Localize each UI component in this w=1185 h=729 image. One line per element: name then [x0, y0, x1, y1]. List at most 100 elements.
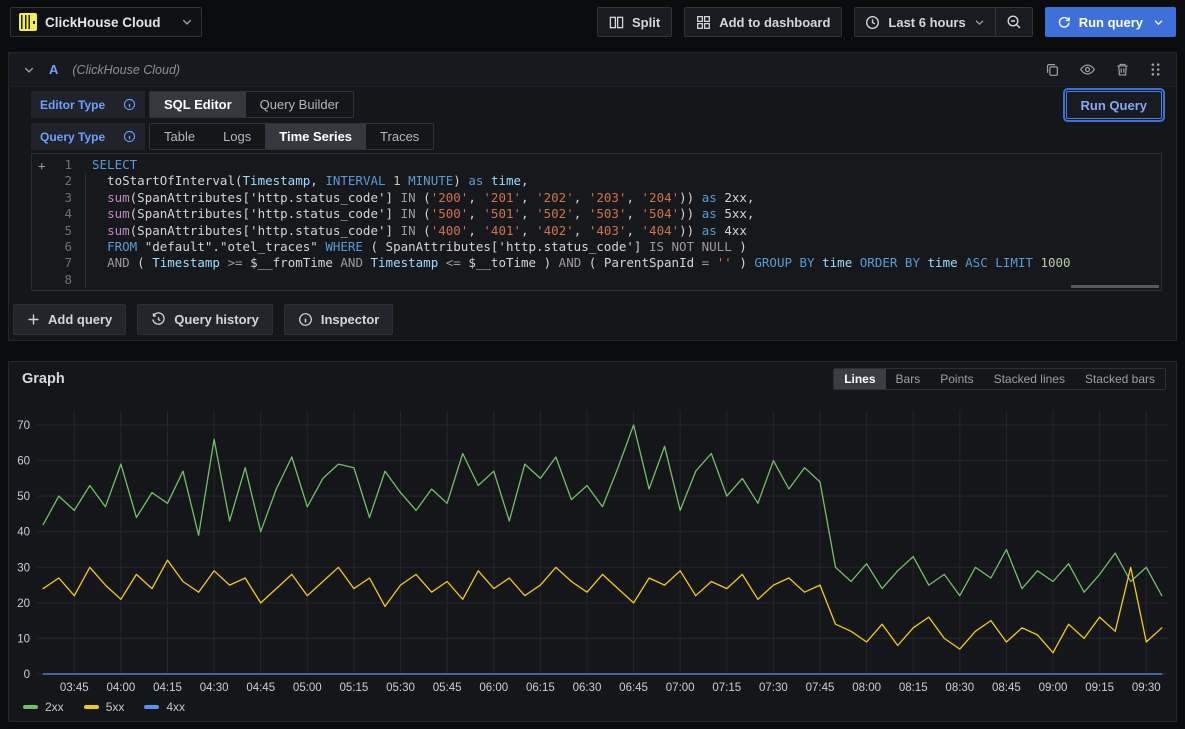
legend-item-2xx[interactable]: 2xx — [23, 700, 64, 714]
time-series-chart[interactable]: 01020304050607003:4504:0004:1504:3004:45… — [15, 398, 1172, 698]
line-number: 8 — [32, 272, 84, 288]
duplicate-query-icon[interactable] — [1045, 61, 1060, 78]
query-row-header[interactable]: A (ClickHouse Cloud) — [9, 53, 1176, 87]
add-to-dashboard-label: Add to dashboard — [719, 15, 830, 30]
x-axis-tick: 08:00 — [852, 682, 881, 694]
tab-sql-editor[interactable]: SQL Editor — [150, 92, 246, 117]
y-axis-tick: 50 — [17, 491, 30, 503]
chart-svg[interactable]: 01020304050607003:4504:0004:1504:3004:45… — [15, 398, 1172, 698]
query-type-row: Query Type Table Logs Time Series Traces — [31, 123, 434, 150]
x-axis-tick: 06:15 — [526, 682, 555, 694]
x-axis-tick: 07:15 — [712, 682, 741, 694]
hide-response-eye-icon[interactable] — [1079, 61, 1096, 78]
line-number: 3 — [32, 190, 84, 206]
chevron-down-icon — [974, 17, 985, 28]
sql-code-editor[interactable]: 1+SELECT2 toStartOfInterval(Timestamp, I… — [31, 153, 1162, 291]
dashboard-grid-icon — [696, 15, 711, 30]
add-query-button[interactable]: Add query — [13, 304, 126, 335]
code-line[interactable]: 6 FROM "default"."otel_traces" WHERE ( S… — [32, 239, 1161, 255]
code-line-content[interactable]: SELECT — [84, 157, 137, 173]
x-axis-tick: 05:45 — [433, 682, 462, 694]
mode-stacked-lines[interactable]: Stacked lines — [984, 369, 1075, 389]
line-number: 5 — [32, 223, 84, 239]
code-line-content[interactable] — [84, 272, 100, 288]
chevron-down-icon[interactable] — [1153, 17, 1164, 28]
info-icon[interactable] — [123, 98, 136, 111]
expand-plus-icon[interactable]: + — [38, 158, 46, 174]
run-query-toolbar-button[interactable]: Run query — [1045, 7, 1176, 37]
legend-item-5xx[interactable]: 5xx — [84, 700, 125, 714]
editor-type-switcher: SQL Editor Query Builder — [149, 91, 354, 118]
zoom-out-icon — [1006, 14, 1022, 30]
refresh-icon — [1057, 15, 1071, 29]
zoom-out-time-button[interactable] — [995, 8, 1032, 36]
datasource-name: ClickHouse Cloud — [45, 15, 173, 30]
code-line[interactable]: 7 AND ( Timestamp >= $__fromTime AND Tim… — [32, 255, 1161, 271]
run-query-button[interactable]: Run Query — [1066, 91, 1162, 119]
mode-stacked-bars[interactable]: Stacked bars — [1075, 369, 1165, 389]
x-axis-tick: 07:45 — [806, 682, 835, 694]
y-axis-tick: 40 — [17, 527, 30, 539]
split-pane-icon — [609, 15, 624, 30]
x-axis-tick: 03:45 — [60, 682, 89, 694]
toolbar-right-actions: Split Add to dashboard Last 6 hours — [597, 7, 1176, 37]
x-axis-tick: 04:15 — [153, 682, 182, 694]
legend-swatch — [84, 705, 99, 709]
code-line-content[interactable]: FROM "default"."otel_traces" WHERE ( Spa… — [84, 239, 747, 255]
x-axis-tick: 08:45 — [992, 682, 1021, 694]
code-line[interactable]: 2 toStartOfInterval(Timestamp, INTERVAL … — [32, 173, 1161, 189]
code-line[interactable]: 8 — [32, 272, 1161, 288]
code-line[interactable]: 3 sum(SpanAttributes['http.status_code']… — [32, 190, 1161, 206]
time-range-picker[interactable]: Last 6 hours — [855, 8, 994, 36]
tab-logs[interactable]: Logs — [209, 124, 265, 149]
y-axis-tick: 20 — [17, 598, 30, 610]
x-axis-tick: 09:15 — [1085, 682, 1114, 694]
x-axis-tick: 04:45 — [246, 682, 275, 694]
code-line-content[interactable]: sum(SpanAttributes['http.status_code'] I… — [84, 206, 754, 222]
mode-lines[interactable]: Lines — [834, 369, 885, 389]
query-ref-id[interactable]: A — [49, 62, 58, 77]
mode-points[interactable]: Points — [930, 369, 983, 389]
grafana-explore-page: ClickHouse Cloud Split Add to dashboard — [0, 0, 1185, 729]
split-button[interactable]: Split — [597, 7, 672, 37]
query-type-switcher: Table Logs Time Series Traces — [149, 123, 434, 150]
plus-icon — [27, 313, 40, 326]
clock-icon — [865, 15, 880, 30]
chart-legend: 2xx 5xx 4xx — [23, 700, 185, 714]
code-line-content[interactable]: sum(SpanAttributes['http.status_code'] I… — [84, 190, 754, 206]
tab-time-series[interactable]: Time Series — [265, 124, 366, 149]
collapse-chevron-icon[interactable] — [23, 64, 35, 76]
graph-display-mode-switcher: Lines Bars Points Stacked lines Stacked … — [833, 368, 1166, 390]
code-line[interactable]: 4 sum(SpanAttributes['http.status_code']… — [32, 206, 1161, 222]
remove-query-trash-icon[interactable] — [1115, 61, 1130, 78]
chevron-down-icon — [181, 16, 193, 28]
drag-handle-icon[interactable] — [1149, 61, 1162, 78]
tab-table[interactable]: Table — [150, 124, 209, 149]
x-axis-tick: 08:15 — [899, 682, 928, 694]
query-footer-actions: Add query Query history Inspector — [13, 304, 393, 335]
query-history-button[interactable]: Query history — [137, 304, 273, 335]
add-to-dashboard-button[interactable]: Add to dashboard — [684, 7, 842, 37]
x-axis-tick: 06:30 — [573, 682, 602, 694]
code-line-content[interactable]: sum(SpanAttributes['http.status_code'] I… — [84, 223, 747, 239]
code-line-content[interactable]: AND ( Timestamp >= $__fromTime AND Times… — [84, 255, 1071, 271]
code-line[interactable]: 1+SELECT — [32, 157, 1161, 173]
code-line-content[interactable]: toStartOfInterval(Timestamp, INTERVAL 1 … — [84, 173, 529, 189]
clickhouse-logo-icon — [19, 13, 37, 31]
query-datasource-hint: (ClickHouse Cloud) — [72, 63, 180, 77]
legend-label: 2xx — [45, 700, 64, 714]
tab-traces[interactable]: Traces — [366, 124, 433, 149]
datasource-picker[interactable]: ClickHouse Cloud — [10, 7, 202, 37]
inspector-button[interactable]: Inspector — [284, 304, 394, 335]
info-icon[interactable] — [123, 130, 136, 143]
mode-bars[interactable]: Bars — [886, 369, 931, 389]
tab-query-builder[interactable]: Query Builder — [246, 92, 353, 117]
legend-item-4xx[interactable]: 4xx — [144, 700, 185, 714]
series-line-2xx[interactable] — [43, 425, 1162, 596]
code-line[interactable]: 5 sum(SpanAttributes['http.status_code']… — [32, 223, 1161, 239]
x-axis-tick: 06:00 — [479, 682, 508, 694]
legend-label: 4xx — [166, 700, 185, 714]
info-circle-icon — [298, 312, 313, 327]
line-number: 1+ — [32, 157, 84, 173]
x-axis-tick: 05:30 — [386, 682, 415, 694]
